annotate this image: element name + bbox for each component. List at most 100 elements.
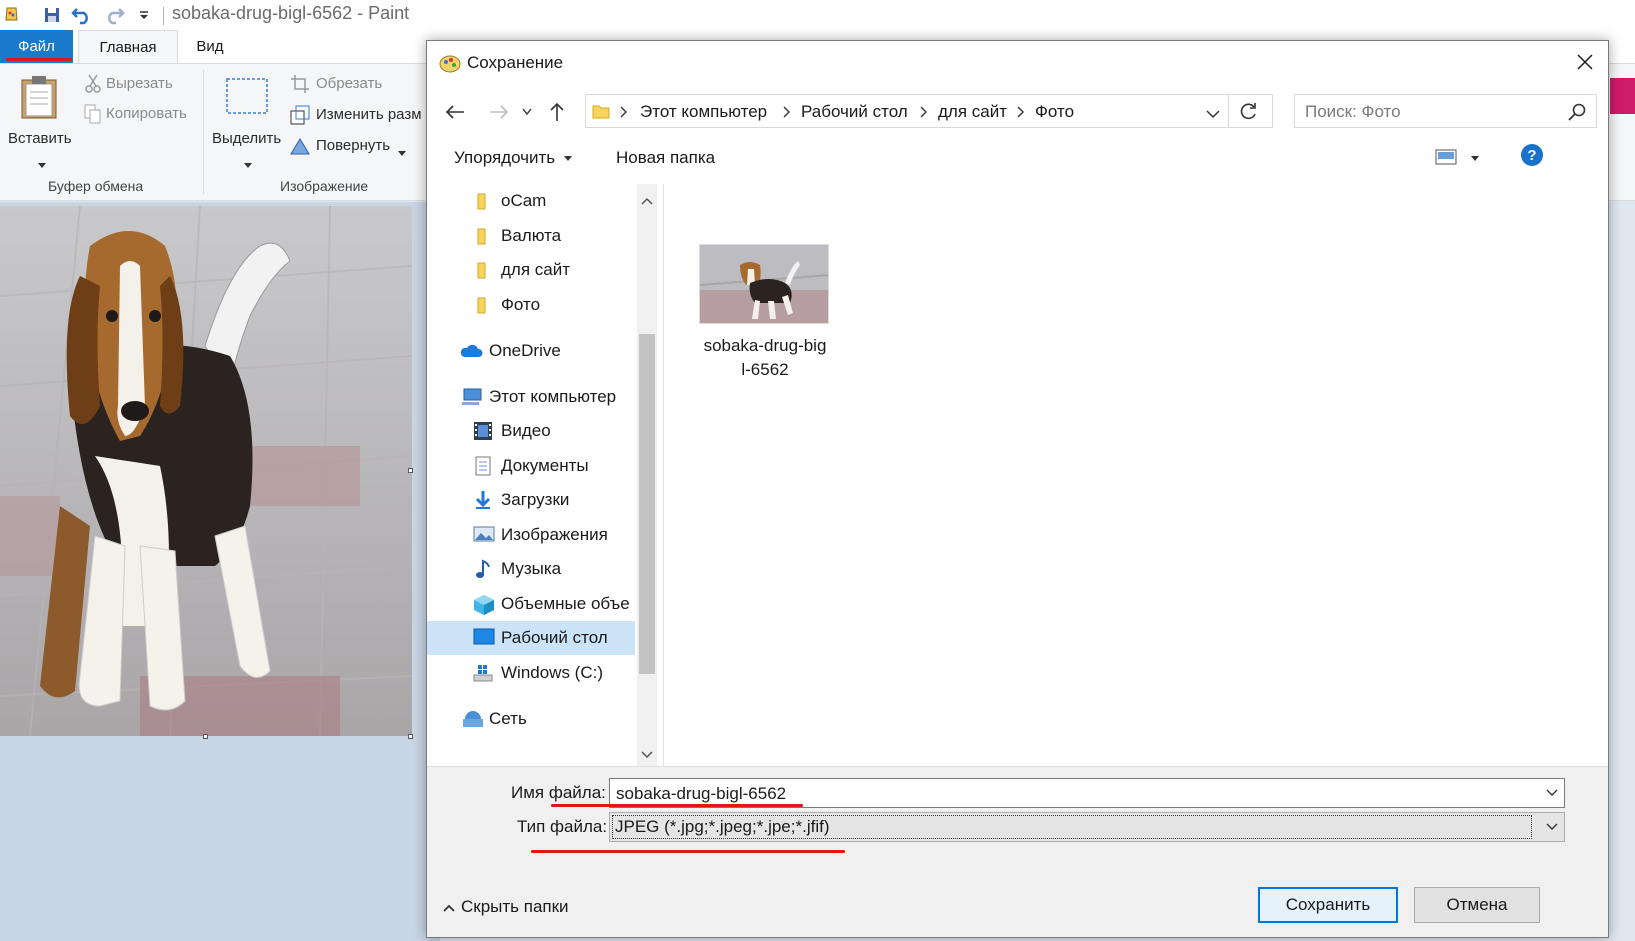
dialog-title: Сохранение: [467, 53, 564, 72]
nav-item-foto[interactable]: Фото: [427, 288, 635, 322]
selection-rectangle-icon: [226, 78, 268, 119]
resize-icon: [290, 105, 310, 130]
resize-button[interactable]: Изменить разм: [290, 103, 425, 129]
dialog-footer: Имя файла: Тип файла: JPEG (*.jpg;*.jpeg…: [427, 766, 1608, 937]
redo-icon[interactable]: [102, 3, 126, 27]
undo-icon[interactable]: [70, 3, 94, 27]
image-group-label: Изображение: [280, 178, 369, 194]
save-button[interactable]: Сохранить: [1258, 887, 1398, 923]
recent-locations-button[interactable]: [513, 96, 541, 128]
new-folder-button[interactable]: Новая папка: [616, 148, 715, 168]
close-button[interactable]: [1562, 41, 1608, 83]
nav-item-label: для сайт: [501, 260, 571, 279]
nav-item-pictures[interactable]: Изображения: [427, 518, 635, 552]
crop-icon: [290, 74, 310, 99]
clipboard-icon: [20, 74, 58, 125]
forward-button[interactable]: [485, 96, 513, 128]
paint-dialog-icon: [439, 53, 461, 78]
customize-quick-access-icon[interactable]: [132, 3, 156, 27]
address-bar[interactable]: Этот компьютер Рабочий стол для сайт Фот…: [585, 94, 1273, 128]
scroll-up-icon[interactable]: [641, 192, 653, 210]
nav-item-valyuta[interactable]: Валюта: [427, 219, 635, 253]
breadcrumb-dlya-sayt[interactable]: для сайт: [938, 102, 1007, 122]
filename-red-underline: [551, 804, 803, 807]
file-list-pane[interactable]: sobaka-drug-big l-6562: [663, 184, 1608, 766]
filetype-dropdown-button[interactable]: [1540, 813, 1564, 841]
paint-ribbon-edge: [1610, 78, 1635, 114]
rotate-button[interactable]: Повернуть: [290, 134, 420, 160]
nav-item-network[interactable]: Сеть: [427, 702, 635, 736]
copy-button[interactable]: Копировать: [84, 102, 202, 128]
search-box[interactable]: [1294, 94, 1597, 128]
tab-view[interactable]: Вид: [180, 30, 240, 63]
cancel-button[interactable]: Отмена: [1414, 887, 1540, 923]
nav-item-downloads[interactable]: Загрузки: [427, 483, 635, 517]
beagle-photo[interactable]: [0, 206, 412, 736]
nav-item-windows-c[interactable]: Windows (C:): [427, 656, 635, 690]
pictures-icon: [473, 525, 495, 545]
nav-item-ocam[interactable]: oCam: [427, 184, 635, 218]
resize-label: Изменить разм: [316, 106, 422, 123]
video-icon: [473, 421, 493, 441]
chevron-down-icon: [1206, 110, 1220, 119]
nav-item-video[interactable]: Видео: [427, 414, 635, 448]
crop-button[interactable]: Обрезать: [290, 72, 420, 98]
save-quick-icon[interactable]: [40, 3, 64, 27]
paste-button[interactable]: Вставить: [4, 70, 74, 170]
breadcrumb-foto[interactable]: Фото: [1035, 102, 1074, 122]
3d-objects-icon: [473, 594, 494, 615]
cloud-icon: [459, 341, 483, 361]
help-icon: ?: [1521, 144, 1543, 166]
filename-dropdown-button[interactable]: [1540, 779, 1564, 807]
rotate-icon: [290, 136, 312, 161]
select-button[interactable]: Выделить: [208, 70, 288, 170]
scroll-down-icon[interactable]: [641, 746, 653, 764]
help-button[interactable]: ?: [1520, 143, 1544, 172]
file-name-line-1: sobaka-drug-big: [703, 336, 827, 355]
nav-item-this-pc[interactable]: Этот компьютер: [427, 380, 635, 414]
hide-folders-button[interactable]: Скрыть папки: [443, 897, 569, 917]
file-item[interactable]: sobaka-drug-big l-6562: [690, 240, 840, 390]
nav-item-dlya-sayt[interactable]: для сайт: [427, 253, 635, 287]
navigation-scrollbar[interactable]: [637, 184, 657, 766]
breadcrumb-desktop[interactable]: Рабочий стол: [801, 102, 908, 122]
folder-icon: [473, 260, 493, 280]
chevron-down-icon: [1471, 156, 1479, 161]
nav-item-onedrive[interactable]: OneDrive: [427, 334, 635, 368]
chevron-down-icon: [563, 155, 572, 161]
refresh-button[interactable]: [1238, 102, 1258, 127]
tab-home[interactable]: Главная: [78, 30, 178, 63]
copy-icon: [84, 104, 102, 129]
organize-label: Упорядочить: [454, 148, 556, 167]
navigation-pane[interactable]: oCam Валюта для сайт Фото OneDrive Этот …: [427, 184, 662, 766]
file-name-label: sobaka-drug-big l-6562: [690, 334, 840, 382]
resize-handle-bottom[interactable]: [203, 734, 208, 739]
search-input[interactable]: [1305, 101, 1555, 123]
up-button[interactable]: [543, 96, 571, 128]
resize-handle-right[interactable]: [408, 468, 413, 473]
organize-button[interactable]: Упорядочить: [454, 148, 572, 168]
folder-icon: [473, 295, 493, 315]
hide-folders-label: Скрыть папки: [461, 897, 569, 916]
chevron-down-icon: [522, 108, 532, 116]
change-view-button[interactable]: [1435, 148, 1483, 170]
nav-item-label: Рабочий стол: [501, 628, 608, 647]
address-dropdown-button[interactable]: [1206, 106, 1220, 124]
chevron-down-icon: [398, 144, 406, 162]
nav-item-label: Объемные объе: [501, 594, 630, 613]
filetype-select[interactable]: JPEG (*.jpg;*.jpeg;*.jpe;*.jfif): [609, 812, 1565, 842]
cut-button[interactable]: Вырезать: [84, 72, 202, 98]
scrollbar-thumb[interactable]: [639, 334, 655, 674]
folder-icon: [473, 226, 493, 246]
nav-item-documents[interactable]: Документы: [427, 449, 635, 483]
nav-item-3d-objects[interactable]: Объемные объе: [427, 587, 635, 621]
filename-input[interactable]: [616, 783, 1516, 805]
back-button[interactable]: [441, 96, 469, 128]
breadcrumb-this-pc[interactable]: Этот компьютер: [640, 102, 767, 122]
nav-item-label: Музыка: [501, 559, 562, 578]
chevron-down-icon: [244, 156, 252, 174]
resize-handle-corner[interactable]: [408, 734, 413, 739]
nav-item-desktop[interactable]: Рабочий стол: [427, 621, 635, 655]
nav-item-music[interactable]: Музыка: [427, 552, 635, 586]
paste-label: Вставить: [8, 130, 72, 147]
